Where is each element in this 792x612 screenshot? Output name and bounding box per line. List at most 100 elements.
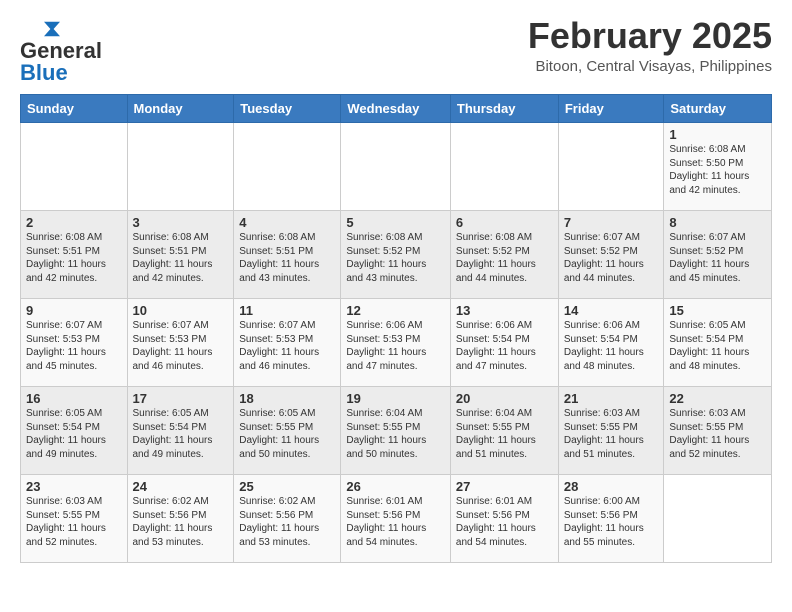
calendar-cell: 18Sunrise: 6:05 AM Sunset: 5:55 PM Dayli…	[234, 387, 341, 475]
calendar-day-header: Tuesday	[234, 95, 341, 123]
calendar-cell: 11Sunrise: 6:07 AM Sunset: 5:53 PM Dayli…	[234, 299, 341, 387]
day-number: 12	[346, 303, 445, 318]
calendar-cell	[21, 123, 128, 211]
day-number: 8	[669, 215, 766, 230]
day-info: Sunrise: 6:07 AM Sunset: 5:53 PM Dayligh…	[133, 319, 229, 373]
calendar-cell: 4Sunrise: 6:08 AM Sunset: 5:51 PM Daylig…	[234, 211, 341, 299]
day-number: 11	[239, 303, 335, 318]
calendar-cell: 6Sunrise: 6:08 AM Sunset: 5:52 PM Daylig…	[450, 211, 558, 299]
calendar-cell: 2Sunrise: 6:08 AM Sunset: 5:51 PM Daylig…	[21, 211, 128, 299]
calendar-cell	[341, 123, 451, 211]
day-info: Sunrise: 6:02 AM Sunset: 5:56 PM Dayligh…	[239, 495, 335, 549]
calendar-cell: 20Sunrise: 6:04 AM Sunset: 5:55 PM Dayli…	[450, 387, 558, 475]
day-info: Sunrise: 6:06 AM Sunset: 5:54 PM Dayligh…	[456, 319, 553, 373]
title-area: February 2025 Bitoon, Central Visayas, P…	[528, 16, 772, 75]
calendar-table: SundayMondayTuesdayWednesdayThursdayFrid…	[20, 94, 772, 563]
calendar-day-header: Saturday	[664, 95, 772, 123]
day-info: Sunrise: 6:02 AM Sunset: 5:56 PM Dayligh…	[133, 495, 229, 549]
calendar-cell: 1Sunrise: 6:08 AM Sunset: 5:50 PM Daylig…	[664, 123, 772, 211]
day-number: 20	[456, 391, 553, 406]
calendar-cell: 7Sunrise: 6:07 AM Sunset: 5:52 PM Daylig…	[558, 211, 664, 299]
calendar-cell: 3Sunrise: 6:08 AM Sunset: 5:51 PM Daylig…	[127, 211, 234, 299]
day-info: Sunrise: 6:08 AM Sunset: 5:52 PM Dayligh…	[456, 231, 553, 285]
calendar-cell: 19Sunrise: 6:04 AM Sunset: 5:55 PM Dayli…	[341, 387, 451, 475]
logo-text: General Blue	[20, 40, 102, 84]
day-info: Sunrise: 6:08 AM Sunset: 5:52 PM Dayligh…	[346, 231, 445, 285]
calendar-cell: 12Sunrise: 6:06 AM Sunset: 5:53 PM Dayli…	[341, 299, 451, 387]
day-number: 22	[669, 391, 766, 406]
calendar-cell: 26Sunrise: 6:01 AM Sunset: 5:56 PM Dayli…	[341, 475, 451, 563]
day-info: Sunrise: 6:00 AM Sunset: 5:56 PM Dayligh…	[564, 495, 659, 549]
day-info: Sunrise: 6:05 AM Sunset: 5:54 PM Dayligh…	[26, 407, 122, 461]
day-number: 1	[669, 127, 766, 142]
day-number: 26	[346, 479, 445, 494]
day-info: Sunrise: 6:07 AM Sunset: 5:52 PM Dayligh…	[564, 231, 659, 285]
header: General Blue February 2025 Bitoon, Centr…	[20, 16, 772, 84]
calendar-cell: 13Sunrise: 6:06 AM Sunset: 5:54 PM Dayli…	[450, 299, 558, 387]
day-info: Sunrise: 6:03 AM Sunset: 5:55 PM Dayligh…	[26, 495, 122, 549]
logo-graphic	[20, 20, 60, 38]
calendar-week-row: 2Sunrise: 6:08 AM Sunset: 5:51 PM Daylig…	[21, 211, 772, 299]
day-info: Sunrise: 6:01 AM Sunset: 5:56 PM Dayligh…	[456, 495, 553, 549]
day-number: 5	[346, 215, 445, 230]
calendar-cell: 16Sunrise: 6:05 AM Sunset: 5:54 PM Dayli…	[21, 387, 128, 475]
calendar-cell: 23Sunrise: 6:03 AM Sunset: 5:55 PM Dayli…	[21, 475, 128, 563]
calendar-cell: 9Sunrise: 6:07 AM Sunset: 5:53 PM Daylig…	[21, 299, 128, 387]
day-number: 17	[133, 391, 229, 406]
calendar-cell: 27Sunrise: 6:01 AM Sunset: 5:56 PM Dayli…	[450, 475, 558, 563]
calendar-cell: 15Sunrise: 6:05 AM Sunset: 5:54 PM Dayli…	[664, 299, 772, 387]
day-number: 23	[26, 479, 122, 494]
calendar-day-header: Sunday	[21, 95, 128, 123]
calendar-cell	[558, 123, 664, 211]
day-info: Sunrise: 6:07 AM Sunset: 5:53 PM Dayligh…	[26, 319, 122, 373]
calendar-cell: 21Sunrise: 6:03 AM Sunset: 5:55 PM Dayli…	[558, 387, 664, 475]
calendar-subtitle: Bitoon, Central Visayas, Philippines	[528, 58, 772, 75]
day-info: Sunrise: 6:07 AM Sunset: 5:53 PM Dayligh…	[239, 319, 335, 373]
day-info: Sunrise: 6:01 AM Sunset: 5:56 PM Dayligh…	[346, 495, 445, 549]
calendar-cell	[664, 475, 772, 563]
calendar-week-row: 9Sunrise: 6:07 AM Sunset: 5:53 PM Daylig…	[21, 299, 772, 387]
day-info: Sunrise: 6:08 AM Sunset: 5:51 PM Dayligh…	[133, 231, 229, 285]
page: General Blue February 2025 Bitoon, Centr…	[0, 0, 792, 579]
day-number: 25	[239, 479, 335, 494]
calendar-cell: 8Sunrise: 6:07 AM Sunset: 5:52 PM Daylig…	[664, 211, 772, 299]
calendar-cell: 5Sunrise: 6:08 AM Sunset: 5:52 PM Daylig…	[341, 211, 451, 299]
day-number: 3	[133, 215, 229, 230]
day-number: 10	[133, 303, 229, 318]
calendar-cell: 14Sunrise: 6:06 AM Sunset: 5:54 PM Dayli…	[558, 299, 664, 387]
calendar-cell: 25Sunrise: 6:02 AM Sunset: 5:56 PM Dayli…	[234, 475, 341, 563]
calendar-cell	[234, 123, 341, 211]
day-info: Sunrise: 6:07 AM Sunset: 5:52 PM Dayligh…	[669, 231, 766, 285]
calendar-title: February 2025	[528, 16, 772, 56]
day-info: Sunrise: 6:06 AM Sunset: 5:54 PM Dayligh…	[564, 319, 659, 373]
day-number: 27	[456, 479, 553, 494]
logo: General Blue	[20, 20, 102, 84]
day-info: Sunrise: 6:06 AM Sunset: 5:53 PM Dayligh…	[346, 319, 445, 373]
calendar-cell: 10Sunrise: 6:07 AM Sunset: 5:53 PM Dayli…	[127, 299, 234, 387]
calendar-cell	[127, 123, 234, 211]
day-number: 14	[564, 303, 659, 318]
calendar-week-row: 16Sunrise: 6:05 AM Sunset: 5:54 PM Dayli…	[21, 387, 772, 475]
day-info: Sunrise: 6:04 AM Sunset: 5:55 PM Dayligh…	[456, 407, 553, 461]
day-number: 9	[26, 303, 122, 318]
calendar-week-row: 23Sunrise: 6:03 AM Sunset: 5:55 PM Dayli…	[21, 475, 772, 563]
day-number: 18	[239, 391, 335, 406]
calendar-cell: 22Sunrise: 6:03 AM Sunset: 5:55 PM Dayli…	[664, 387, 772, 475]
calendar-day-header: Monday	[127, 95, 234, 123]
day-number: 19	[346, 391, 445, 406]
day-info: Sunrise: 6:08 AM Sunset: 5:51 PM Dayligh…	[26, 231, 122, 285]
day-number: 21	[564, 391, 659, 406]
day-number: 2	[26, 215, 122, 230]
calendar-day-header: Thursday	[450, 95, 558, 123]
day-info: Sunrise: 6:04 AM Sunset: 5:55 PM Dayligh…	[346, 407, 445, 461]
calendar-week-row: 1Sunrise: 6:08 AM Sunset: 5:50 PM Daylig…	[21, 123, 772, 211]
calendar-cell: 28Sunrise: 6:00 AM Sunset: 5:56 PM Dayli…	[558, 475, 664, 563]
calendar-day-header: Friday	[558, 95, 664, 123]
day-number: 13	[456, 303, 553, 318]
day-number: 6	[456, 215, 553, 230]
day-info: Sunrise: 6:05 AM Sunset: 5:55 PM Dayligh…	[239, 407, 335, 461]
calendar-day-header: Wednesday	[341, 95, 451, 123]
day-info: Sunrise: 6:03 AM Sunset: 5:55 PM Dayligh…	[669, 407, 766, 461]
day-info: Sunrise: 6:05 AM Sunset: 5:54 PM Dayligh…	[133, 407, 229, 461]
calendar-cell	[450, 123, 558, 211]
